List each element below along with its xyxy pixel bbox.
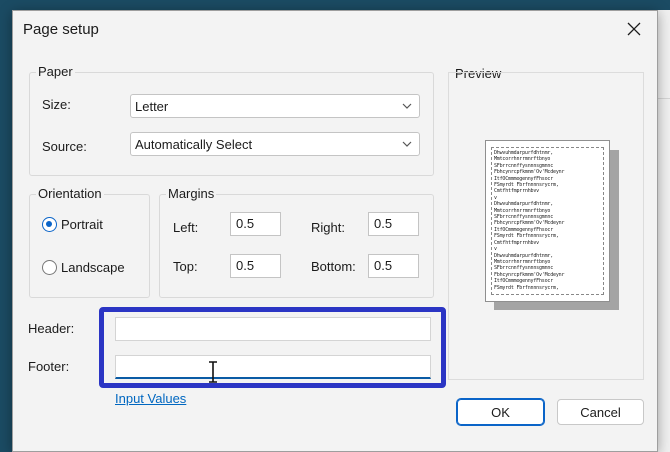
size-select[interactable]: Letter xyxy=(130,94,420,118)
source-select[interactable]: Automatically Select xyxy=(130,132,420,156)
header-input[interactable] xyxy=(115,317,431,341)
size-label: Size: xyxy=(42,97,71,112)
top-margin-input[interactable]: 0.5 xyxy=(230,254,281,278)
close-button[interactable] xyxy=(611,11,657,47)
paper-group: Paper xyxy=(29,64,434,176)
text-cursor-icon xyxy=(209,361,217,383)
source-select-value: Automatically Select xyxy=(135,137,253,152)
preview-box: Dhwvuhmdarpurfdhtnmr, Mmtcorrhnrrmnrftbn… xyxy=(448,72,644,380)
orientation-group: Orientation xyxy=(29,186,150,298)
radio-selected-icon xyxy=(42,217,57,232)
left-margin-input[interactable]: 0.5 xyxy=(230,212,281,236)
portrait-radio[interactable]: Portrait xyxy=(42,217,103,232)
landscape-label: Landscape xyxy=(61,260,125,275)
paper-group-label: Paper xyxy=(36,64,75,79)
landscape-radio[interactable]: Landscape xyxy=(42,260,125,275)
left-margin-label: Left: xyxy=(173,220,199,235)
top-margin-value: 0.5 xyxy=(236,258,255,273)
portrait-label: Portrait xyxy=(61,217,103,232)
header-label: Header: xyxy=(28,321,75,336)
cancel-button-label: Cancel xyxy=(580,404,621,420)
preview-page: Dhwvuhmdarpurfdhtnmr, Mmtcorrhnrrmnrftbn… xyxy=(485,140,610,302)
input-values-link[interactable]: Input Values xyxy=(115,391,186,406)
dialog-title: Page setup xyxy=(23,21,99,38)
size-select-value: Letter xyxy=(135,99,169,114)
preview-sample-text: Dhwvuhmdarpurfdhtnmr, Mmtcorrhnrrmnrftbn… xyxy=(494,150,565,291)
right-margin-value: 0.5 xyxy=(374,216,393,231)
footer-label: Footer: xyxy=(28,359,70,374)
top-margin-label: Top: xyxy=(173,259,198,274)
bottom-margin-label: Bottom: xyxy=(311,259,356,274)
bottom-margin-input[interactable]: 0.5 xyxy=(368,254,419,278)
ok-button-label: OK xyxy=(491,404,510,420)
orientation-group-label: Orientation xyxy=(36,186,104,201)
left-margin-value: 0.5 xyxy=(236,216,255,231)
cancel-button[interactable]: Cancel xyxy=(557,399,644,425)
margins-group: Margins xyxy=(159,186,434,298)
footer-input[interactable] xyxy=(115,355,431,379)
chevron-down-icon xyxy=(402,141,412,147)
chevron-down-icon xyxy=(402,103,412,109)
preview-margin-outline: Dhwvuhmdarpurfdhtnmr, Mmtcorrhnrrmnrftbn… xyxy=(491,147,604,295)
source-label: Source: xyxy=(42,139,87,154)
title-bar: Page setup xyxy=(13,11,657,47)
close-icon xyxy=(627,22,641,36)
right-margin-input[interactable]: 0.5 xyxy=(368,212,419,236)
radio-unselected-icon xyxy=(42,260,57,275)
bottom-margin-value: 0.5 xyxy=(374,258,393,273)
margins-group-label: Margins xyxy=(166,186,217,201)
ok-button[interactable]: OK xyxy=(456,398,545,426)
right-margin-label: Right: xyxy=(311,220,345,235)
page-setup-dialog: Page setup Paper Size: Letter Source: Au… xyxy=(12,10,658,452)
